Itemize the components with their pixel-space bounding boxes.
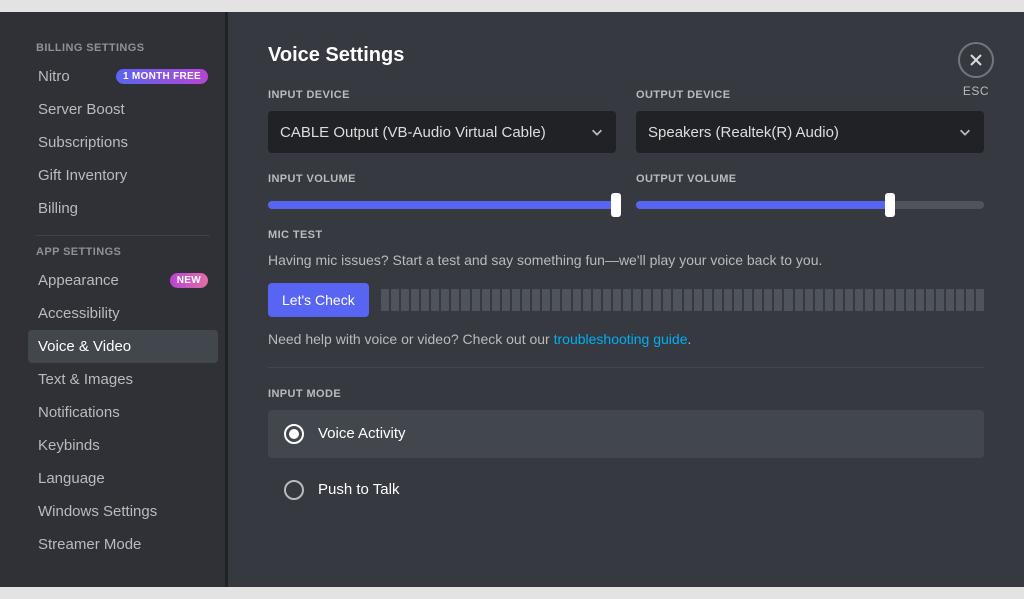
radio-icon	[284, 480, 304, 500]
close-button[interactable]: ESC	[958, 42, 994, 98]
chevron-down-icon	[958, 125, 972, 139]
radio-label: Voice Activity	[318, 425, 406, 442]
sidebar-item-label: Appearance	[38, 272, 119, 289]
sidebar-divider	[36, 235, 210, 236]
sidebar-item-notifications[interactable]: Notifications	[28, 396, 218, 429]
sidebar-item-label: Nitro	[38, 68, 70, 85]
troubleshooting-link[interactable]: troubleshooting guide	[554, 331, 688, 347]
section-divider	[268, 367, 984, 368]
chevron-down-icon	[590, 125, 604, 139]
sidebar-category-app: APP SETTINGS	[36, 246, 218, 258]
sidebar-item-voice-video[interactable]: Voice & Video	[28, 330, 218, 363]
close-icon	[958, 42, 994, 78]
mic-test-label: MIC TEST	[268, 229, 984, 241]
sidebar-item-server-boost[interactable]: Server Boost	[28, 93, 218, 126]
input-mode-push-to-talk[interactable]: Push to Talk	[268, 466, 984, 514]
sidebar-category-billing: BILLING SETTINGS	[36, 42, 218, 54]
help-text: Need help with voice or video? Check out…	[268, 331, 984, 347]
sidebar-item-appearance[interactable]: Appearance NEW	[28, 264, 218, 297]
sidebar-item-language[interactable]: Language	[28, 462, 218, 495]
sidebar-item-subscriptions[interactable]: Subscriptions	[28, 126, 218, 159]
input-volume-slider[interactable]	[268, 201, 616, 209]
output-device-label: OUTPUT DEVICE	[636, 89, 984, 101]
sidebar-item-streamer-mode[interactable]: Streamer Mode	[28, 528, 218, 561]
sidebar-item-billing[interactable]: Billing	[28, 192, 218, 225]
mic-level-meter	[381, 289, 984, 311]
lets-check-button[interactable]: Let's Check	[268, 283, 369, 317]
output-device-select[interactable]: Speakers (Realtek(R) Audio)	[636, 111, 984, 153]
input-mode-voice-activity[interactable]: Voice Activity	[268, 410, 984, 458]
mic-test-desc: Having mic issues? Start a test and say …	[268, 251, 984, 271]
sidebar-item-gift-inventory[interactable]: Gift Inventory	[28, 159, 218, 192]
input-device-label: INPUT DEVICE	[268, 89, 616, 101]
input-device-select[interactable]: CABLE Output (VB-Audio Virtual Cable)	[268, 111, 616, 153]
input-mode-label: INPUT MODE	[268, 388, 984, 400]
input-volume-label: INPUT VOLUME	[268, 173, 616, 185]
sidebar-item-keybinds[interactable]: Keybinds	[28, 429, 218, 462]
new-badge: NEW	[170, 273, 208, 288]
output-volume-slider[interactable]	[636, 201, 984, 209]
settings-main: ESC Voice Settings INPUT DEVICE CABLE Ou…	[228, 12, 1024, 587]
sidebar-item-nitro[interactable]: Nitro 1 MONTH FREE	[28, 60, 218, 93]
slider-thumb[interactable]	[885, 193, 895, 217]
radio-label: Push to Talk	[318, 481, 399, 498]
close-label: ESC	[958, 84, 994, 98]
input-device-value: CABLE Output (VB-Audio Virtual Cable)	[280, 124, 546, 141]
sidebar-item-accessibility[interactable]: Accessibility	[28, 297, 218, 330]
slider-thumb[interactable]	[611, 193, 621, 217]
nitro-badge: 1 MONTH FREE	[116, 69, 208, 84]
output-device-value: Speakers (Realtek(R) Audio)	[648, 124, 839, 141]
radio-icon	[284, 424, 304, 444]
page-title: Voice Settings	[268, 44, 984, 67]
output-volume-label: OUTPUT VOLUME	[636, 173, 984, 185]
sidebar-item-text-images[interactable]: Text & Images	[28, 363, 218, 396]
sidebar-item-windows-settings[interactable]: Windows Settings	[28, 495, 218, 528]
settings-sidebar: BILLING SETTINGS Nitro 1 MONTH FREE Serv…	[0, 12, 228, 587]
